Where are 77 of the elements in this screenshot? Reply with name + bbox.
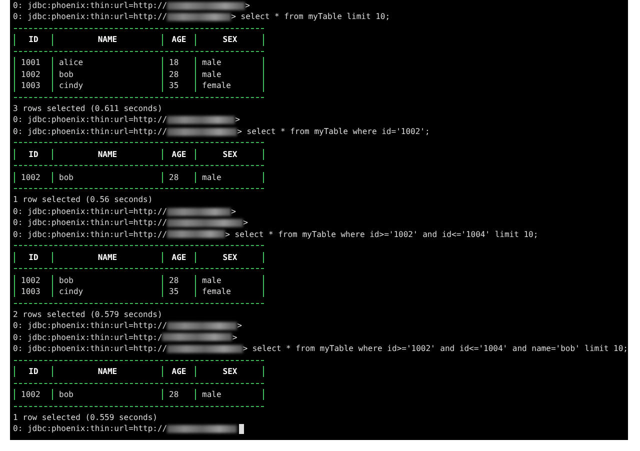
table-cell: male bbox=[195, 57, 264, 69]
column-header: ID bbox=[14, 366, 52, 378]
table-cell: cindy bbox=[52, 80, 162, 92]
table-cell: 1002 bbox=[14, 388, 52, 400]
column-header: AGE bbox=[162, 34, 195, 46]
command-text: > bbox=[245, 0, 250, 12]
redaction-block bbox=[167, 424, 238, 433]
redaction-block bbox=[167, 116, 236, 124]
command-text: > select * from myTable where id='1002'; bbox=[237, 126, 430, 138]
redaction-block bbox=[167, 322, 238, 330]
prompt-text: 0: jdbc:phoenix:thin:url=http:// bbox=[13, 126, 168, 138]
column-header: SEX bbox=[195, 148, 264, 160]
prompt-text: 0: jdbc:phoenix:thin:url=http:// bbox=[13, 0, 168, 12]
column-header: NAME bbox=[52, 366, 162, 378]
table-cell: 28 bbox=[162, 172, 195, 184]
table-cell: female bbox=[195, 80, 264, 92]
table-cell: bob bbox=[52, 274, 162, 286]
column-header: NAME bbox=[52, 34, 162, 46]
prompt-text: 0: jdbc:phoenix:thin:url=http:/ bbox=[13, 332, 162, 344]
column-header: SEX bbox=[195, 252, 264, 264]
command-text: > select * from myTable where id>='1002' and id<='1004' limit 10; bbox=[225, 228, 538, 240]
table-cell: female bbox=[195, 286, 264, 298]
status-text: 2 rows selected (0.579 seconds) bbox=[13, 308, 162, 320]
table-cell: 1002 bbox=[14, 172, 52, 184]
command-text: > bbox=[243, 217, 248, 229]
table-cell: 18 bbox=[162, 57, 195, 69]
command-text: > bbox=[237, 320, 242, 332]
column-header: AGE bbox=[162, 252, 195, 264]
prompt-text: 0: jdbc:phoenix:thin:url=http:// bbox=[13, 11, 168, 23]
table-cell: male bbox=[195, 388, 264, 400]
column-header: NAME bbox=[52, 148, 162, 160]
table-cell: male bbox=[195, 68, 264, 80]
status-text: 1 row selected (0.559 seconds) bbox=[13, 412, 158, 424]
table-cell: cindy bbox=[52, 286, 162, 298]
table-cell: bob bbox=[52, 172, 162, 184]
table-cell: 1003 bbox=[14, 286, 52, 298]
table-cell: 28 bbox=[162, 388, 195, 400]
prompt-text: 0: jdbc:phoenix:thin:url=http:// bbox=[13, 423, 168, 435]
redaction-block bbox=[167, 208, 232, 216]
table-cell: 35 bbox=[162, 80, 195, 92]
prompt-text: 0: jdbc:phoenix:thin:url=http:// bbox=[13, 228, 168, 240]
prompt-text: 0: jdbc:phoenix:thin:url=http:// bbox=[13, 206, 168, 218]
column-header: SEX bbox=[195, 34, 264, 46]
command-text: > bbox=[235, 114, 240, 126]
status-text: 1 row selected (0.56 seconds) bbox=[13, 194, 153, 206]
column-header: NAME bbox=[52, 252, 162, 264]
prompt-text: 0: jdbc:phoenix:thin:url=http:// bbox=[13, 114, 168, 126]
table-cell: 28 bbox=[162, 68, 195, 80]
column-header: AGE bbox=[162, 148, 195, 160]
table-cell: bob bbox=[52, 388, 162, 400]
redaction-block bbox=[162, 333, 232, 342]
prompt-text: 0: jdbc:phoenix:thin:url=http:// bbox=[13, 320, 168, 332]
redaction-block bbox=[167, 230, 226, 238]
command-text: > select * from myTable where id>='1002' and id<='1004' and name='bob' limit 10; bbox=[242, 343, 628, 355]
command-text: > bbox=[231, 206, 236, 218]
table-cell: alice bbox=[52, 57, 162, 69]
status-text: 3 rows selected (0.611 seconds) bbox=[13, 102, 162, 114]
table-cell: 1003 bbox=[14, 80, 52, 92]
table-cell: male bbox=[195, 274, 264, 286]
redaction-block bbox=[167, 128, 238, 136]
prompt-text: 0: jdbc:phoenix:thin:url=http:// bbox=[13, 343, 168, 355]
column-header: ID bbox=[14, 148, 52, 160]
table-cell: 1002 bbox=[14, 68, 52, 80]
command-text: > select * from myTable limit 10; bbox=[231, 11, 390, 23]
column-header: AGE bbox=[162, 366, 195, 378]
redaction-block bbox=[167, 13, 232, 22]
column-header: ID bbox=[14, 34, 52, 46]
table-cell: 1001 bbox=[14, 57, 52, 69]
table-cell: 35 bbox=[162, 286, 195, 298]
table-cell: 1002 bbox=[14, 274, 52, 286]
table-cell: bob bbox=[52, 68, 162, 80]
column-header: ID bbox=[14, 252, 52, 264]
command-text: > bbox=[232, 332, 238, 344]
table-cell: 28 bbox=[162, 274, 195, 286]
prompt-text: 0: jdbc:phoenix:thin:url=http:// bbox=[13, 217, 168, 229]
column-header: SEX bbox=[195, 366, 264, 378]
table-cell: male bbox=[195, 172, 264, 184]
